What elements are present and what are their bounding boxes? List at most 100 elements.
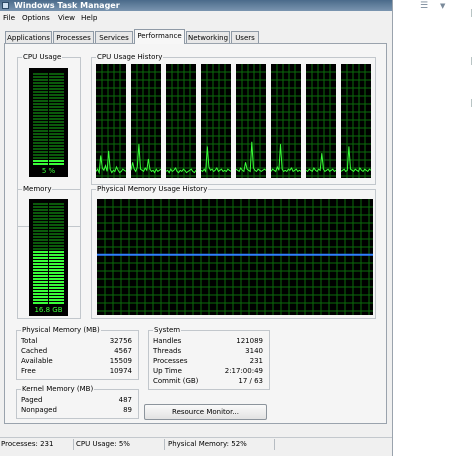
cpu-meter-segment	[33, 91, 48, 93]
memory-meter-segment	[49, 278, 64, 280]
memory-meter-segment	[33, 206, 48, 208]
cpu-meter-segment	[49, 148, 64, 150]
memory-meter-segment	[33, 278, 48, 280]
tab-networking[interactable]: Networking	[186, 31, 230, 43]
km-nonpaged-label: Nonpaged	[21, 406, 57, 414]
memory-meter-segment	[33, 251, 48, 253]
pm-total-value: 32756	[109, 337, 132, 345]
cpu-meter-segment	[49, 133, 64, 135]
cpu-usage-meter: 5 %	[29, 68, 68, 177]
cpu-meter-segment	[49, 88, 64, 90]
sys-processes-value: 231	[249, 357, 263, 365]
cpu-meter-segment	[49, 130, 64, 132]
cpu-history-label: CPU Usage History	[96, 53, 164, 62]
cpu-meter-segment	[33, 148, 48, 150]
cpu-meter-segment	[33, 115, 48, 117]
tab-performance[interactable]: Performance	[134, 29, 185, 44]
memory-meter-segment	[49, 302, 64, 304]
resource-monitor-button[interactable]: Resource Monitor...	[144, 404, 267, 420]
memory-meter-segment	[49, 242, 64, 244]
cpu-meter-segment	[33, 103, 48, 105]
cpu-meter-segment	[49, 73, 64, 75]
memory-meter-segment	[49, 224, 64, 226]
tab-users[interactable]: Users	[231, 31, 259, 43]
status-processes: Processes: 231	[0, 439, 74, 450]
cpu-meter-segment	[49, 160, 64, 162]
cpu-meter-segment	[33, 79, 48, 81]
memory-meter-segment	[33, 299, 48, 301]
cpu-meter-segment	[33, 85, 48, 87]
system-group: System Handles 121089 Threads 3140 Proce…	[148, 326, 270, 390]
memory-meter-segment	[33, 215, 48, 217]
memory-meter-segment	[33, 287, 48, 289]
cpu-meter-segment	[49, 151, 64, 153]
menu-help[interactable]: Help	[81, 13, 97, 23]
menu-options[interactable]: Options	[22, 13, 50, 23]
km-paged-label: Paged	[21, 396, 43, 404]
title-bar[interactable]: Windows Task Manager	[0, 0, 392, 11]
memory-meter-segment	[49, 284, 64, 286]
memory-history-group: Physical Memory Usage History	[91, 185, 376, 319]
cpu-core-graph	[270, 64, 302, 178]
memory-group: Memory 16.8 GB	[17, 185, 81, 319]
cpu-meter-segment	[49, 127, 64, 129]
menu-view[interactable]: View	[58, 13, 75, 23]
sys-uptime-label: Up Time	[153, 367, 182, 375]
window-title: Windows Task Manager	[14, 1, 120, 10]
cpu-meter-segment	[49, 163, 64, 165]
cpu-meter-segment	[49, 136, 64, 138]
sys-threads-label: Threads	[153, 347, 182, 355]
memory-meter-segment	[33, 221, 48, 223]
memory-meter-segment	[33, 242, 48, 244]
cpu-meter-segment	[33, 130, 48, 132]
memory-meter-segment	[49, 245, 64, 247]
cpu-meter-segment	[33, 142, 48, 144]
list-icon[interactable]: ☰	[420, 1, 428, 11]
memory-meter-segment	[33, 227, 48, 229]
memory-meter-segment	[33, 290, 48, 292]
status-cpu-usage: CPU Usage: 5%	[75, 439, 165, 450]
sys-threads-value: 3140	[245, 347, 263, 355]
edge-marker-icon: |	[470, 8, 473, 17]
memory-meter-segment	[33, 236, 48, 238]
tab-processes[interactable]: Processes	[53, 31, 94, 43]
memory-meter-segment	[49, 206, 64, 208]
memory-meter-segment	[33, 269, 48, 271]
status-physical-memory: Physical Memory: 52%	[167, 439, 275, 450]
memory-meter-segment	[33, 284, 48, 286]
memory-meter-segment	[49, 260, 64, 262]
performance-panel: CPU Usage 5 % CPU Usage History Memory 1…	[4, 43, 387, 424]
memory-meter-segment	[33, 218, 48, 220]
cpu-core-graph	[96, 64, 127, 178]
cpu-meter-segment	[49, 82, 64, 84]
memory-meter-segment	[33, 272, 48, 274]
cpu-meter-segment	[33, 127, 48, 129]
task-manager-icon	[2, 2, 9, 9]
cpu-meter-segment	[33, 124, 48, 126]
cpu-history-group: CPU Usage History	[91, 53, 376, 185]
cpu-usage-label: CPU Usage	[22, 53, 63, 62]
status-bar: Processes: 231 CPU Usage: 5% Physical Me…	[0, 437, 392, 451]
pm-available-label: Available	[21, 357, 53, 365]
edge-marker-icon-2: |	[470, 56, 473, 65]
tab-applications[interactable]: Applications	[5, 31, 52, 43]
tab-services[interactable]: Services	[95, 31, 133, 43]
memory-meter-segment	[49, 251, 64, 253]
pm-cached-label: Cached	[21, 347, 48, 355]
cpu-meter-segment	[33, 97, 48, 99]
edge-marker-icon-3: |	[470, 98, 473, 107]
memory-meter-segment	[33, 281, 48, 283]
memory-meter-segment	[49, 203, 64, 205]
system-label: System	[153, 326, 182, 335]
cpu-meter-segment	[49, 91, 64, 93]
cpu-meter-segment	[33, 100, 48, 102]
cpu-core-graph-background	[166, 64, 196, 178]
memory-meter-segment	[49, 269, 64, 271]
pm-available-value: 15509	[109, 357, 132, 365]
memory-history-graph	[97, 199, 373, 315]
cpu-core-graph-background	[271, 64, 301, 178]
kernel-memory-label: Kernel Memory (MB)	[21, 385, 95, 394]
menu-file[interactable]: File	[3, 13, 15, 23]
memory-meter-segment	[49, 239, 64, 241]
dropdown-arrow-icon[interactable]: ▼	[440, 1, 445, 11]
